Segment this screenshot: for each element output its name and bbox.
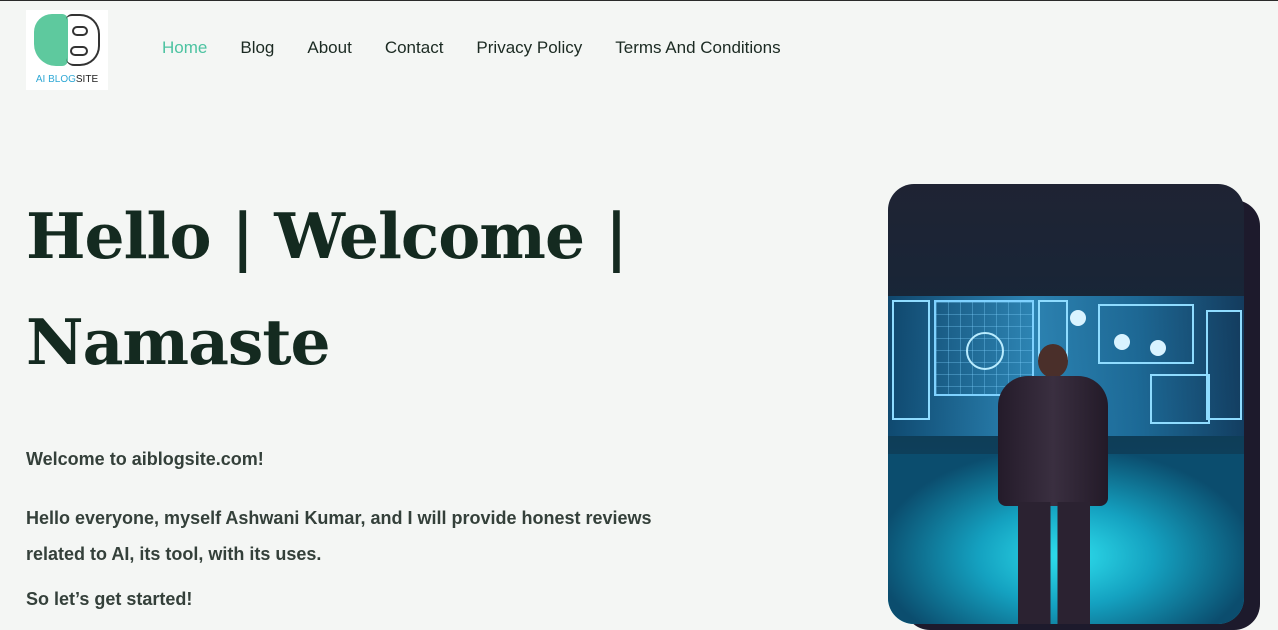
man-head-graphic (1038, 344, 1068, 378)
data-panel-graphic (892, 300, 930, 420)
nav-contact[interactable]: Contact (385, 38, 444, 58)
site-logo[interactable]: AI BLOGSITE (26, 10, 108, 90)
hero-title: Hello | Welcome | Namaste (26, 183, 786, 395)
logo-text-ai-blog: AI BLOG (35, 74, 76, 85)
welcome-text: Welcome to aiblogsite.com! (26, 449, 264, 469)
man-body-graphic (998, 376, 1108, 506)
get-started-text: So let’s get started! (26, 589, 193, 609)
nav-terms-and-conditions[interactable]: Terms And Conditions (615, 38, 780, 58)
brain-logo-icon (34, 14, 68, 66)
hero-title-line-1: Hello | Welcome | (26, 199, 628, 273)
data-panel-graphic (1206, 310, 1242, 420)
logo-text: AI BLOGSITE (26, 74, 108, 85)
circuit-logo-icon (66, 14, 100, 66)
site-header: AI BLOGSITE Home Blog About Contact Priv… (0, 1, 1278, 97)
data-panel-graphic (1150, 374, 1210, 424)
man-legs-graphic (1018, 502, 1090, 624)
hero-image (888, 184, 1244, 624)
hero-title-line-2: Namaste (26, 305, 331, 379)
main-navigation: Home Blog About Contact Privacy Policy T… (162, 38, 814, 58)
nav-home[interactable]: Home (162, 38, 207, 58)
logo-text-site: SITE (75, 74, 99, 85)
nav-blog[interactable]: Blog (240, 38, 274, 58)
dial-graphic (1114, 334, 1130, 350)
dial-graphic (1150, 340, 1166, 356)
nav-privacy-policy[interactable]: Privacy Policy (476, 38, 582, 58)
data-panel-graphic (1098, 304, 1194, 364)
nav-about[interactable]: About (307, 38, 351, 58)
intro-text: Hello everyone, myself Ashwani Kumar, an… (26, 508, 652, 564)
dial-graphic (1070, 310, 1086, 326)
